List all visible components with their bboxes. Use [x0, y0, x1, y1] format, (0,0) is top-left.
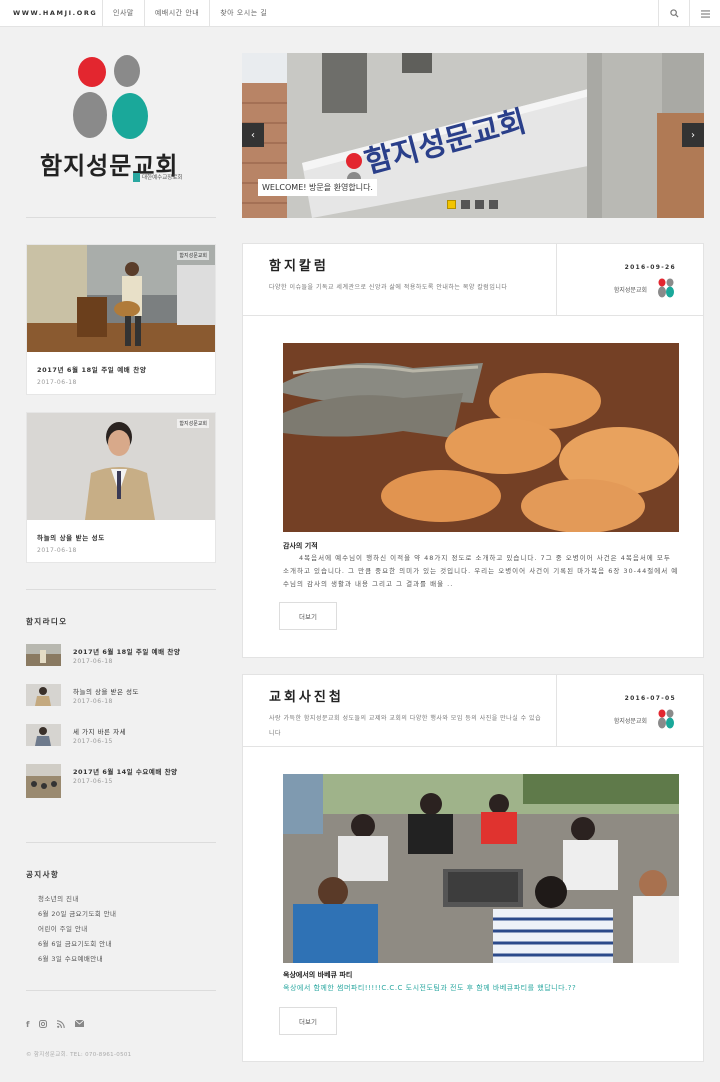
nav-item-greeting[interactable]: 인사말 — [102, 0, 144, 27]
notice-item[interactable]: 6월 20일 금요기도회 안내 — [38, 908, 116, 918]
radio-item[interactable]: 세 가지 바른 자세 2017-06-15 — [26, 724, 216, 748]
radio-item-date: 2017-06-18 — [73, 658, 113, 665]
post-excerpt: 4복음서에 예수님이 행하신 이적을 약 48가지 정도로 소개하고 있습니다.… — [283, 554, 679, 588]
post-card-gallery: 교회사진첩 사랑 가득한 함지성문교회 성도들의 교제와 교회의 다양한 행사와… — [242, 674, 704, 1062]
post-category-description: 사랑 가득한 함지성문교회 성도들의 교제와 교회의 다양한 행사와 모임 등의… — [269, 715, 542, 737]
post-date: 2016-09-26 — [624, 264, 676, 271]
video-title[interactable]: 하늘의 상을 받는 성도 — [37, 532, 215, 542]
read-more-button[interactable]: 더보기 — [279, 602, 337, 630]
slider-prev-button[interactable]: ‹ — [242, 123, 264, 147]
radio-item-title[interactable]: 하늘의 상을 받은 성도 — [73, 686, 139, 696]
radio-thumbnail[interactable] — [26, 644, 61, 666]
footer-copyright: © 함지성문교회. TEL: 070-8961-0501 — [26, 1052, 132, 1058]
slider-dot[interactable] — [461, 200, 470, 209]
sidebar-divider — [26, 842, 216, 843]
hero-caption: WELCOME! 방문을 환영합니다. — [258, 179, 377, 196]
church-logo[interactable]: 함지성문교회 대한예수교장로회 — [40, 52, 190, 188]
church-logo-mark — [73, 55, 148, 139]
post-header-left: 교회사진첩 사랑 가득한 함지성문교회 성도들의 교제와 교회의 다양한 행사와… — [243, 675, 557, 746]
post-excerpt: 옥상에서 함께한 썸머파티!!!!!C.C.C 도시전도팀과 전도 후 함께 바… — [283, 984, 577, 992]
denomination-label: 대한예수교장로회 — [133, 173, 182, 182]
nav-item-directions[interactable]: 찾아 오시는 길 — [209, 0, 277, 27]
email-icon[interactable] — [75, 1020, 85, 1027]
post-header-left: 함지칼럼 다양한 이슈들을 기독교 세계관으로 신앙과 삶에 적용하도록 안내하… — [243, 244, 557, 315]
radio-item-date: 2017-06-15 — [73, 738, 113, 745]
post-title[interactable]: 감사의 기적 — [283, 541, 318, 551]
radio-item-title[interactable]: 2017년 6월 18일 주일 예배 찬양 — [73, 646, 180, 656]
slider-next-button[interactable]: › — [682, 123, 704, 147]
author-avatar-icon — [658, 278, 674, 298]
video-thumbnail[interactable]: 함지성문교회 — [27, 245, 215, 352]
post-card-column: 함지칼럼 다양한 이슈들을 기독교 세계관으로 신앙과 삶에 적용하도록 안내하… — [242, 243, 704, 658]
menu-icon — [700, 9, 710, 18]
notice-item[interactable]: 6월 3일 수요예배안내 — [38, 953, 103, 963]
slider-dot[interactable] — [489, 200, 498, 209]
hero-slider: 함지성문교회 ‹ › WELCOME! 방문을 환영합니다. — [242, 53, 704, 218]
slider-pagination — [447, 200, 498, 209]
site-url[interactable]: WWW.HAMJI.ORG — [13, 9, 97, 17]
fish-and-bread-image — [283, 343, 679, 532]
post-header: 함지칼럼 다양한 이슈들을 기독교 세계관으로 신앙과 삶에 적용하도록 안내하… — [243, 244, 703, 316]
notice-item[interactable]: 어린이 주일 안내 — [38, 923, 88, 933]
slider-dot[interactable] — [447, 200, 456, 209]
radio-item-date: 2017-06-15 — [73, 778, 113, 785]
radio-section-title: 함지라디오 — [26, 617, 68, 626]
slider-dot[interactable] — [475, 200, 484, 209]
post-image[interactable] — [283, 774, 679, 963]
post-category-description: 다양한 이슈들을 기독교 세계관으로 신앙과 삶에 적용하도록 안내하는 목양 … — [269, 284, 508, 291]
notice-section-title: 공지사항 — [26, 870, 60, 879]
post-title[interactable]: 옥상에서의 바베큐 파티 — [283, 970, 352, 980]
radio-item-date: 2017-06-18 — [73, 698, 113, 705]
post-image[interactable] — [283, 343, 679, 532]
post-header: 교회사진첩 사랑 가득한 함지성문교회 성도들의 교제와 교회의 다양한 행사와… — [243, 675, 703, 747]
instagram-icon[interactable] — [39, 1020, 48, 1028]
search-icon — [669, 9, 679, 18]
sidebar-divider — [26, 589, 216, 590]
rss-icon[interactable] — [57, 1020, 66, 1028]
search-button[interactable] — [658, 0, 689, 27]
radio-thumbnail[interactable] — [26, 764, 61, 798]
nav-item-service-times[interactable]: 예배시간 안내 — [143, 0, 209, 27]
radio-item[interactable]: 하늘의 상을 받은 성도 2017-06-18 — [26, 684, 216, 708]
radio-item-title[interactable]: 세 가지 바른 자세 — [73, 726, 126, 736]
post-author: 함지성문교회 — [613, 718, 647, 725]
video-date: 2017-06-18 — [37, 379, 77, 386]
video-thumbnail[interactable]: 함지성문교회 — [27, 413, 215, 520]
video-date: 2017-06-18 — [37, 547, 77, 554]
social-links: f — [26, 1020, 85, 1029]
post-category-title[interactable]: 함지칼럼 — [269, 255, 329, 274]
facebook-icon[interactable]: f — [26, 1020, 29, 1029]
radio-thumbnail[interactable] — [26, 724, 61, 746]
video-card[interactable]: 함지성문교회 하늘의 상을 받는 성도 2017-06-18 — [26, 412, 216, 563]
video-title[interactable]: 2017년 6월 18일 주일 예배 찬양 — [37, 364, 215, 374]
notice-item[interactable]: 청소년의 진내 — [38, 893, 79, 903]
radio-item[interactable]: 2017년 6월 18일 주일 예배 찬양 2017-06-18 — [26, 644, 216, 668]
main-nav: 인사말 예배시간 안내 찾아 오시는 길 — [102, 0, 277, 27]
menu-button[interactable] — [689, 0, 720, 27]
notice-item[interactable]: 6월 6일 금요기도회 안내 — [38, 938, 112, 948]
author-avatar-icon — [658, 709, 674, 729]
radio-item[interactable]: 2017년 6월 14일 수요예배 찬양 2017-06-15 — [26, 764, 216, 800]
video-card[interactable]: 함지성문교회 2017년 6월 18일 주일 예배 찬양 2017-06-18 — [26, 244, 216, 395]
post-category-title[interactable]: 교회사진첩 — [269, 686, 344, 705]
pastor-preaching-image — [27, 413, 215, 520]
sidebar-divider — [26, 990, 216, 991]
read-more-button[interactable]: 더보기 — [279, 1007, 337, 1035]
radio-thumbnail[interactable] — [26, 684, 61, 706]
denomination-text: 대한예수교장로회 — [142, 175, 183, 181]
worship-stage-image — [27, 245, 215, 352]
denomination-cross-icon — [133, 173, 140, 182]
sidebar-divider — [26, 217, 216, 218]
channel-watermark: 함지성문교회 — [177, 251, 209, 260]
post-author: 함지성문교회 — [613, 287, 647, 294]
radio-item-title[interactable]: 2017년 6월 14일 수요예배 찬양 — [73, 766, 178, 776]
post-date: 2016-07-05 — [624, 695, 676, 702]
rooftop-barbecue-image — [283, 774, 679, 963]
top-bar: WWW.HAMJI.ORG 인사말 예배시간 안내 찾아 오시는 길 — [0, 0, 720, 27]
channel-watermark: 함지성문교회 — [177, 419, 209, 428]
